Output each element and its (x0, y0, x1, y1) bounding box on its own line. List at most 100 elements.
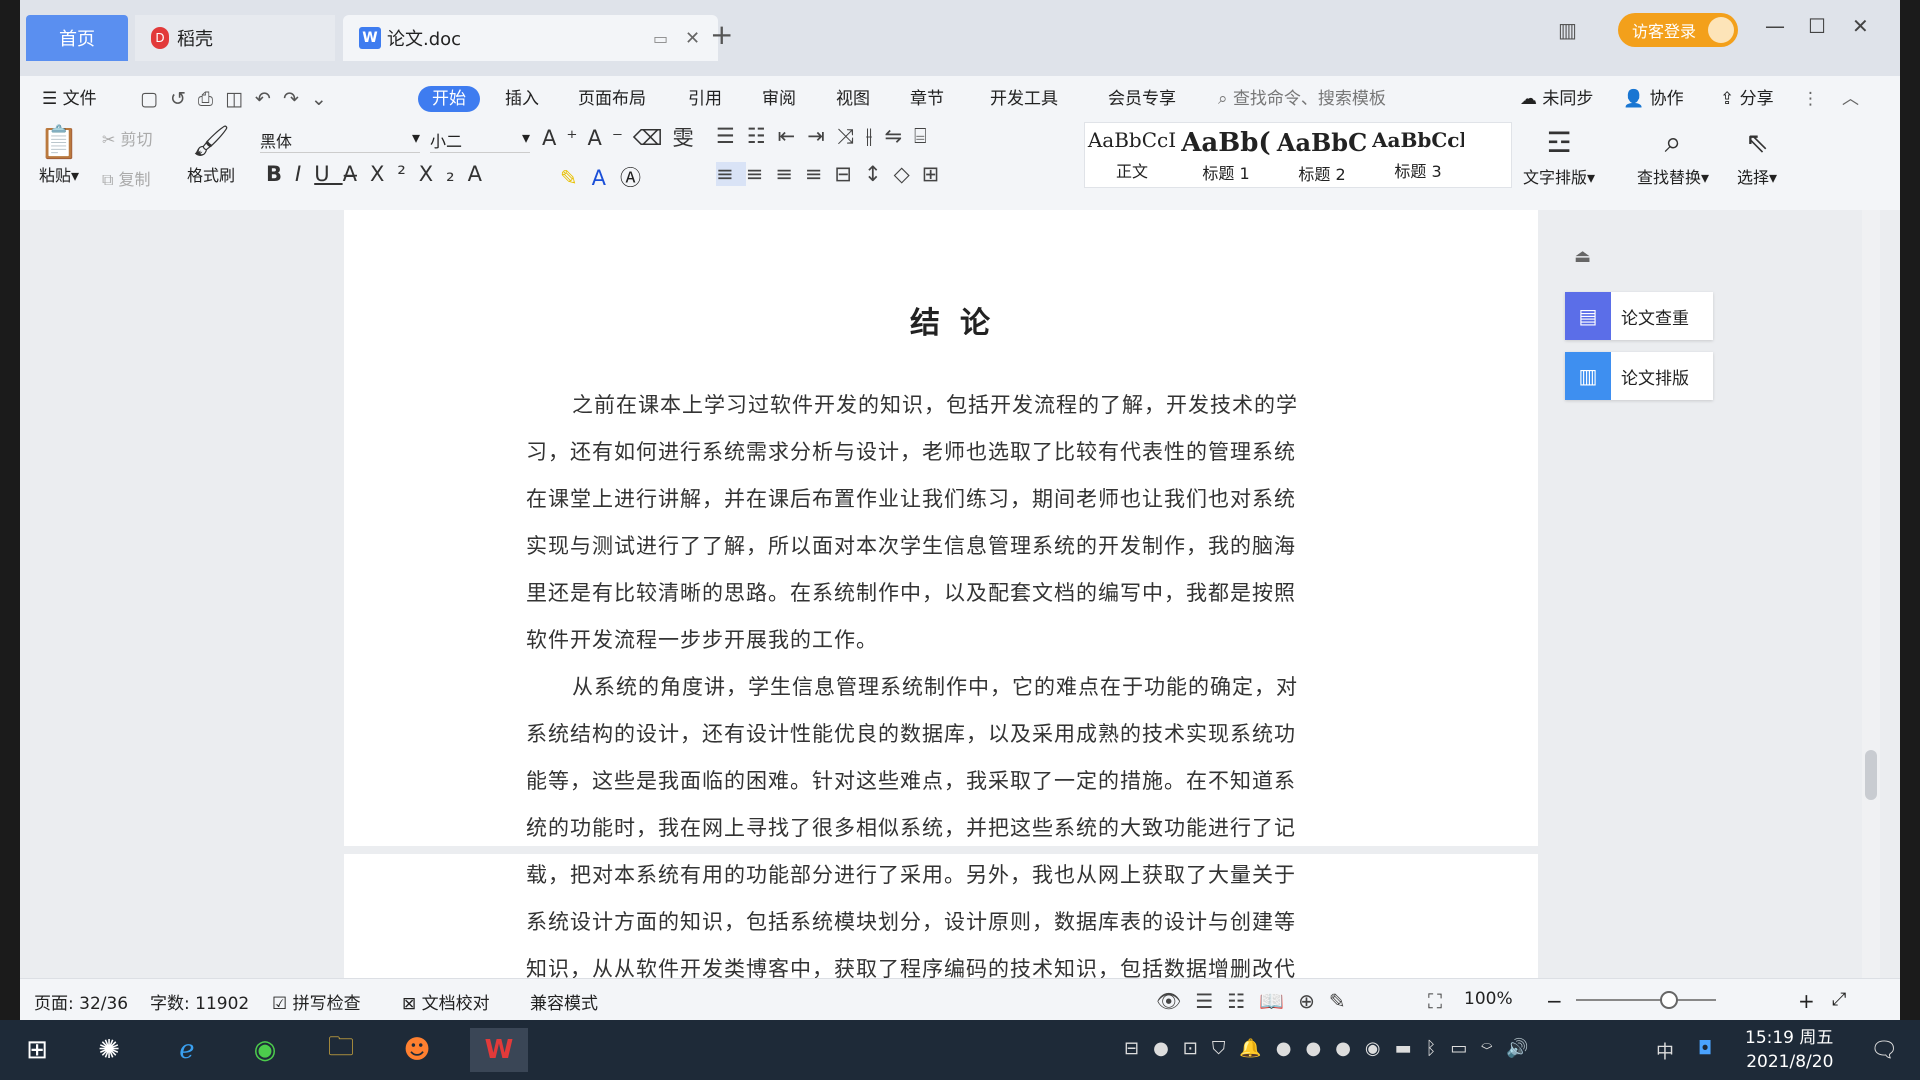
tab-docer[interactable]: D 稻壳 (135, 15, 335, 61)
close-tab-icon[interactable]: ✕ (685, 28, 700, 49)
format-painter-label: 格式刷 (186, 166, 235, 185)
format-painter-button[interactable]: 🖌 格式刷 (180, 122, 242, 186)
quick-access-icons[interactable]: ▢↺⎙◫↶↷⌄ (140, 86, 339, 112)
fullscreen-icon[interactable]: ⤢ (1832, 989, 1846, 1010)
command-search[interactable]: ⌕ 查找命令、搜索模板 (1218, 86, 1386, 112)
collapse-panel-icon[interactable]: ⏏ (1574, 246, 1591, 267)
input-method-icon[interactable]: ◘ (1698, 1038, 1712, 1059)
font-format-tools[interactable]: BIUA̶X²X₂A (266, 162, 495, 186)
paragraph-tools-row1[interactable]: ☰☷⇤⇥⤨⫲⇋⌸ (716, 124, 939, 149)
browser-icon[interactable]: ◉ (242, 1028, 288, 1072)
login-button[interactable]: 访客登录 (1618, 13, 1738, 47)
app-icon[interactable]: ☻ (394, 1028, 440, 1072)
notification-icon[interactable]: 🗨 (1870, 1038, 1898, 1063)
spell-check-button[interactable]: ☑ 拼写检查 (272, 989, 361, 1014)
text-line: 软件开发流程一步步开展我的工作。 (526, 628, 878, 652)
font-size-tools[interactable]: A⁺A⁻⌫雯 (542, 122, 704, 152)
start-icon[interactable]: ⊞ (14, 1028, 60, 1072)
minimize-icon[interactable]: — (1765, 14, 1785, 38)
file-menu[interactable]: ☰ 文件 (42, 86, 97, 112)
cut-button[interactable]: ✂ 剪切 (102, 126, 153, 150)
zoom-out-icon[interactable]: − (1546, 989, 1563, 1013)
copy-label: 复制 (118, 170, 151, 189)
text-layout-icon: ☲ (1546, 126, 1572, 159)
proofread-button[interactable]: ⊠ 文档校对 (402, 989, 490, 1014)
menu-chapter[interactable]: 章节 (910, 86, 944, 112)
zoom-level[interactable]: 100% (1464, 989, 1513, 1009)
zoom-in-icon[interactable]: + (1798, 989, 1815, 1013)
tab-document[interactable]: W 论文.doc ▭ ✕ (343, 15, 718, 61)
paragraph-tools-row2[interactable]: ≡≡≡≡⊟↕◇⊞ (716, 162, 951, 186)
collab-button[interactable]: 👤 协作 (1623, 86, 1684, 112)
copy-icon: ⧉ (102, 170, 114, 189)
clock[interactable]: 15:19 周五 2021/8/20 (1745, 1026, 1833, 1074)
menu-insert[interactable]: 插入 (505, 86, 539, 112)
text-layout-button[interactable]: ☲ 文字排版▾ (1514, 122, 1604, 188)
wps-writer-icon: W (359, 27, 381, 49)
scrollbar-thumb[interactable] (1865, 750, 1877, 800)
paper-typeset-button[interactable]: ▥ 论文排版 (1565, 352, 1713, 400)
color-tools[interactable]: ✎AⒶ (560, 162, 655, 192)
docer-logo-icon: D (151, 27, 169, 49)
share-button[interactable]: ⇪ 分享 (1720, 86, 1774, 112)
view-mode-icons[interactable]: 👁☰☷📖⊕✎ (1156, 989, 1360, 1013)
fit-page-icon[interactable]: ⛶ (1428, 989, 1442, 1013)
zoom-slider[interactable] (1576, 999, 1716, 1001)
menu-dev-tools[interactable]: 开发工具 (990, 86, 1058, 112)
layout-switch-icon[interactable]: ▥ (1558, 18, 1577, 42)
clipboard-icon: 📋 (39, 123, 79, 161)
ime-indicator[interactable]: 中 (1656, 1038, 1674, 1064)
menu-view[interactable]: 视图 (836, 86, 870, 112)
style-heading3[interactable]: AaBbCcl 标题 3 (1372, 128, 1464, 188)
vertical-scrollbar[interactable] (1862, 210, 1880, 978)
share-icon: ⇪ (1720, 89, 1735, 109)
checkbox-icon: ☑ (272, 994, 288, 1014)
chevron-down-icon: ▾ (411, 128, 420, 147)
pinwheel-app-icon[interactable]: ✺ (86, 1028, 132, 1072)
close-window-icon[interactable]: ✕ (1852, 14, 1869, 38)
wps-window: 首页 D 稻壳 W 论文.doc ▭ ✕ + ▥ 访客登录 — ☐ ✕ ☰ 文件 ▢… (20, 0, 1900, 1020)
select-button[interactable]: ⇖ 选择▾ (1730, 122, 1784, 188)
menu-member[interactable]: 会员专享 (1108, 86, 1176, 112)
more-icon[interactable]: ⋮ (1802, 86, 1819, 112)
ie-browser-icon[interactable]: ℯ (164, 1028, 210, 1072)
menu-layout[interactable]: 页面布局 (578, 86, 646, 112)
style-normal[interactable]: AaBbCcI 正文 (1086, 128, 1178, 188)
style-heading1[interactable]: AaBb(标题 1 (1180, 128, 1272, 188)
word-count[interactable]: 字数: 11902 (150, 989, 249, 1014)
file-explorer-icon[interactable]: 🗀 (318, 1028, 364, 1072)
zoom-slider-handle[interactable] (1660, 991, 1678, 1009)
pin-icon[interactable]: ▭ (653, 29, 668, 48)
new-tab-button[interactable]: + (710, 18, 733, 51)
paste-button[interactable]: 📋 粘贴▾ (34, 122, 84, 186)
find-replace-button[interactable]: ⌕ 查找替换▾ (1628, 122, 1718, 188)
paper-check-button[interactable]: ▤ 论文查重 (1565, 292, 1713, 340)
cursor-icon: ⇖ (1745, 126, 1769, 159)
style-label: 标题 3 (1394, 162, 1442, 181)
brush-icon: 🖌 (191, 124, 231, 159)
menu-start[interactable]: 开始 (418, 86, 480, 112)
login-label: 访客登录 (1632, 22, 1697, 41)
cut-label: 剪切 (120, 130, 153, 149)
proof-icon: ⊠ (402, 994, 417, 1014)
font-size-select[interactable]: 小二 ▾ (430, 128, 530, 153)
collapse-ribbon-icon[interactable]: ︿ (1842, 86, 1859, 112)
style-preview: AaBbC (1276, 128, 1368, 157)
tab-home[interactable]: 首页 (26, 15, 128, 61)
document-area[interactable]: 结论 之前在课本上学习过软件开发的知识，包括开发流程的了解，开发技术的学 习，还… (20, 210, 1900, 978)
system-tray-icons[interactable]: ⊟●⊡⛉🔔●●●◉▬ᛒ▭⌔🔊 (1124, 1038, 1543, 1059)
share-label: 分享 (1739, 89, 1774, 109)
text-line: 实现与测试进行了了解，所以面对本次学生信息管理系统的开发制作，我的脑海 (526, 534, 1296, 558)
maximize-icon[interactable]: ☐ (1808, 14, 1826, 38)
font-family-select[interactable]: 黑体 ▾ (260, 128, 420, 153)
menu-references[interactable]: 引用 (688, 86, 722, 112)
menu-review[interactable]: 审阅 (762, 86, 796, 112)
wps-taskbar-icon[interactable]: W (470, 1028, 528, 1072)
menu-bar: ☰ 文件 ▢↺⎙◫↶↷⌄ 开始 插入 页面布局 引用 审阅 视图 章节 开发工具… (20, 76, 1900, 122)
scissors-icon: ✂ (102, 130, 116, 149)
text-line: 系统设计方面的知识，包括系统模块划分，设计原则，数据库表的设计与创建等 (526, 910, 1296, 934)
copy-button[interactable]: ⧉ 复制 (102, 166, 151, 190)
page-count[interactable]: 页面: 32/36 (34, 989, 128, 1014)
style-heading2[interactable]: AaBbC 标题 2 (1276, 128, 1368, 188)
sync-status[interactable]: ☁ 未同步 (1520, 86, 1593, 112)
